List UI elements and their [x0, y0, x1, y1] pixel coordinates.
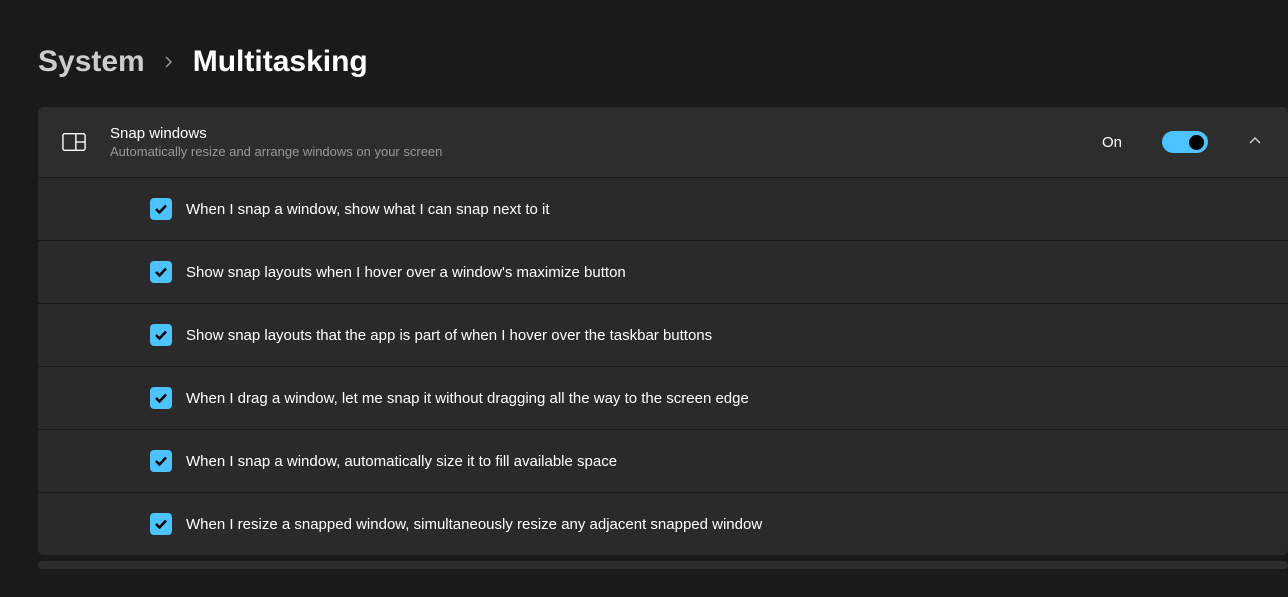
snap-windows-toggle[interactable]: [1162, 131, 1208, 153]
snap-option-row: When I resize a snapped window, simultan…: [38, 492, 1288, 555]
snap-option-row: When I snap a window, show what I can sn…: [38, 177, 1288, 240]
option-label: When I resize a snapped window, simultan…: [186, 516, 762, 533]
option-label: When I drag a window, let me snap it wit…: [186, 390, 749, 407]
option-checkbox[interactable]: [150, 261, 172, 283]
snap-option-row: When I snap a window, automatically size…: [38, 429, 1288, 492]
chevron-up-icon[interactable]: [1248, 134, 1264, 150]
option-checkbox[interactable]: [150, 513, 172, 535]
option-label: Show snap layouts that the app is part o…: [186, 327, 712, 344]
snap-windows-card: Snap windows Automatically resize and ar…: [38, 107, 1288, 555]
breadcrumb-parent-link[interactable]: System: [38, 45, 145, 79]
breadcrumb-current: Multitasking: [193, 45, 368, 79]
snap-windows-description: Automatically resize and arrange windows…: [110, 144, 1078, 159]
option-checkbox[interactable]: [150, 324, 172, 346]
option-checkbox[interactable]: [150, 198, 172, 220]
snap-windows-title-group: Snap windows Automatically resize and ar…: [110, 125, 1078, 159]
breadcrumb: System Multitasking: [0, 0, 1288, 107]
option-checkbox[interactable]: [150, 387, 172, 409]
next-setting-card[interactable]: [38, 561, 1288, 569]
snap-option-row: When I drag a window, let me snap it wit…: [38, 366, 1288, 429]
chevron-right-icon: [163, 52, 175, 73]
snap-windows-title: Snap windows: [110, 125, 1078, 142]
snap-option-row: Show snap layouts when I hover over a wi…: [38, 240, 1288, 303]
toggle-thumb: [1189, 135, 1204, 150]
snap-option-row: Show snap layouts that the app is part o…: [38, 303, 1288, 366]
option-label: Show snap layouts when I hover over a wi…: [186, 264, 626, 281]
option-label: When I snap a window, automatically size…: [186, 453, 617, 470]
option-label: When I snap a window, show what I can sn…: [186, 201, 550, 218]
snap-windows-header[interactable]: Snap windows Automatically resize and ar…: [38, 107, 1288, 177]
toggle-state-label: On: [1102, 134, 1122, 151]
option-checkbox[interactable]: [150, 450, 172, 472]
snap-layout-icon: [62, 130, 86, 154]
